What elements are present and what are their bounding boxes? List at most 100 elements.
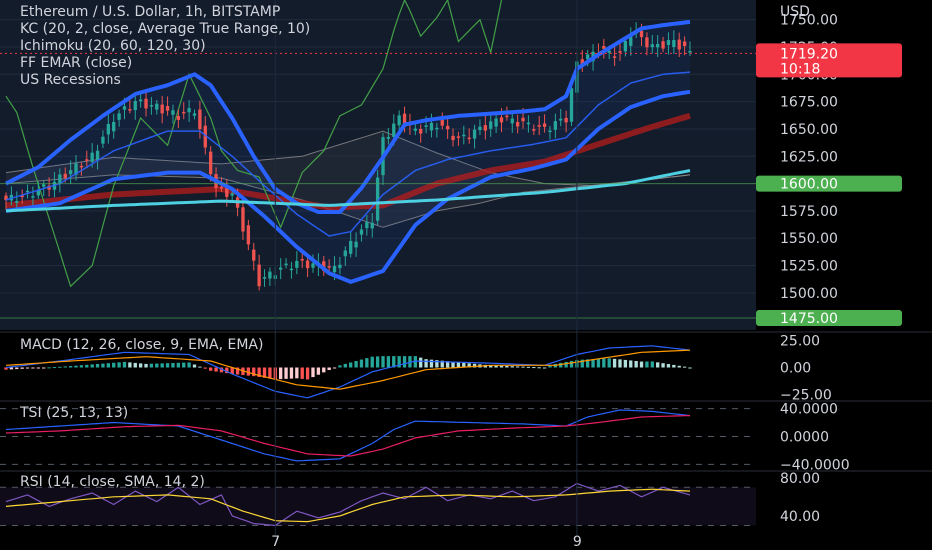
level-low-text: 1475.00 — [780, 311, 838, 327]
candle-body — [542, 123, 547, 127]
candle-body — [370, 222, 374, 229]
macd-histogram-bar — [68, 366, 73, 368]
candle-body — [289, 268, 294, 271]
candle-body — [451, 135, 455, 141]
candle-body — [95, 150, 100, 160]
macd-line — [5, 345, 691, 399]
macd-histogram-bar — [672, 364, 676, 368]
macd-histogram-bar — [90, 364, 94, 368]
rsi-title[interactable]: RSI (14, close, SMA, 14, 2) — [20, 474, 205, 490]
macd-histogram-bar — [564, 361, 568, 368]
candle-body — [268, 271, 272, 279]
macd-histogram-bar — [365, 358, 369, 368]
last-price-text: 1719.20 — [780, 46, 838, 62]
rsi-band-fill — [0, 487, 756, 526]
macd-histogram-bar — [122, 361, 127, 368]
candle-body — [494, 118, 498, 127]
macd-histogram-bar — [656, 362, 660, 368]
symbol-title[interactable]: Ethereum / U.S. Dollar, 1h, BITSTAMP — [20, 4, 310, 21]
candle-body — [165, 106, 170, 111]
candle-body — [392, 123, 396, 137]
macd-histogram-bar — [63, 366, 67, 368]
candle-body — [478, 126, 482, 131]
macd-title[interactable]: MACD (12, 26, close, 9, EMA, EMA) — [20, 337, 263, 353]
candle-body — [510, 118, 514, 124]
candle-body — [144, 98, 148, 109]
candle-body — [483, 125, 488, 131]
macd-histogram-bar — [419, 357, 423, 368]
candle-body — [645, 37, 649, 48]
candle-body — [332, 265, 337, 273]
macd-histogram-bar — [521, 366, 525, 368]
macd-histogram-bar — [160, 363, 164, 368]
candle-body — [106, 124, 111, 135]
macd-histogram-bar — [214, 367, 218, 372]
candle-body — [489, 121, 493, 129]
macd-histogram-bar — [171, 362, 175, 368]
macd-histogram-bar — [300, 367, 304, 379]
recessions-indicator-label[interactable]: US Recessions — [20, 72, 310, 89]
candle-body — [419, 128, 423, 134]
macd-histogram-bar — [289, 367, 294, 379]
emar-indicator-label[interactable]: FF EMAR (close) — [20, 55, 310, 72]
candle-body — [456, 136, 461, 138]
macd-histogram-bar — [542, 367, 547, 369]
price-tick-label: 1675.00 — [780, 95, 838, 111]
macd-histogram-bar — [510, 366, 514, 368]
macd-histogram-bar — [316, 367, 321, 375]
macd-histogram-bar — [117, 362, 121, 368]
candle-body — [252, 249, 256, 261]
macd-histogram-bar — [128, 362, 132, 368]
candle-body — [15, 201, 19, 203]
macd-histogram-bar — [596, 358, 601, 368]
candle-body — [435, 127, 439, 130]
macd-histogram-bar — [106, 363, 111, 368]
candle-body — [25, 190, 30, 193]
macd-histogram-bar — [532, 367, 536, 369]
macd-histogram-bar — [47, 367, 51, 369]
rsi-tick-label: 40.00 — [780, 509, 820, 525]
candle-body — [666, 40, 671, 46]
macd-histogram-bar — [133, 362, 137, 368]
macd-histogram-bar — [349, 362, 353, 368]
macd-histogram-bar — [203, 367, 207, 369]
candle-body — [300, 259, 304, 261]
macd-histogram-bar — [182, 362, 186, 368]
candle-body — [149, 105, 154, 107]
candle-body — [122, 106, 127, 110]
price-tick-label: 1650.00 — [780, 122, 838, 138]
macd-histogram-bar — [645, 361, 649, 368]
candle-body — [440, 119, 444, 126]
candle-body — [182, 111, 186, 114]
price-tick-label: 1550.00 — [780, 231, 838, 247]
macd-histogram-bar — [456, 362, 461, 368]
macd-histogram-bar — [322, 367, 326, 373]
candle-body — [618, 51, 622, 53]
level-high-text: 1600.00 — [780, 177, 838, 193]
candle-body — [397, 115, 401, 126]
ichimoku-indicator-label[interactable]: Ichimoku (20, 60, 120, 30) — [20, 38, 310, 55]
macd-histogram-bar — [370, 356, 374, 368]
candle-body — [365, 222, 369, 229]
macd-histogram-bar — [639, 361, 644, 368]
candle-body — [160, 104, 164, 114]
macd-histogram-bar — [650, 361, 654, 368]
tsi-title[interactable]: TSI (25, 13, 13) — [20, 405, 128, 421]
macd-histogram-bar — [36, 367, 40, 369]
macd-histogram-bar — [375, 356, 380, 368]
macd-histogram-bar — [95, 363, 100, 368]
candle-body — [208, 151, 213, 175]
macd-histogram-bar — [607, 358, 611, 368]
candle-body — [359, 229, 364, 235]
candle-body — [499, 117, 504, 123]
kc-indicator-label[interactable]: KC (20, 2, close, Average True Range, 10… — [20, 21, 310, 38]
macd-histogram-bar — [548, 365, 552, 368]
macd-histogram-bar — [386, 356, 391, 368]
tsi-tick-label: 0.0000 — [780, 430, 829, 446]
price-tick-label: 1575.00 — [780, 204, 838, 220]
candle-body — [295, 260, 299, 268]
macd-histogram-bar — [165, 363, 170, 368]
candle-body — [42, 184, 46, 187]
candle-body — [612, 56, 617, 58]
macd-histogram-bar — [208, 367, 213, 371]
